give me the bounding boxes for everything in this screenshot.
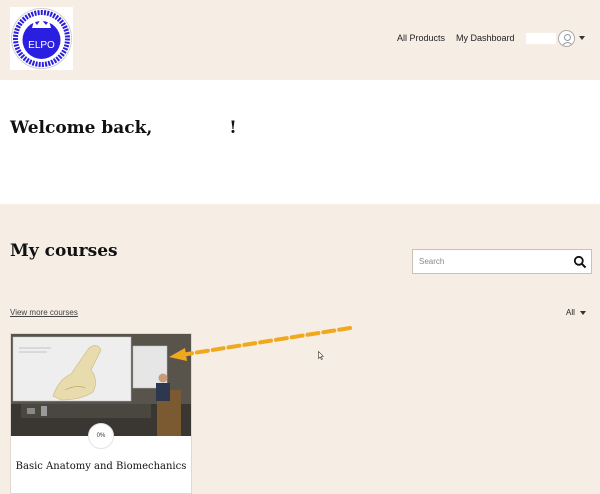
course-title[interactable]: Basic Anatomy and Biomechanics [11,460,191,473]
course-progress-badge: 0% [88,423,114,449]
svg-text:ELPO: ELPO [28,40,55,51]
user-avatar-icon[interactable] [558,30,575,47]
my-courses-heading: My courses [10,241,118,261]
elpo-logo[interactable]: ELPO [10,7,73,70]
filter-caret-down-icon[interactable] [580,311,586,315]
elpo-logo-icon: ELPO [11,8,72,69]
lecture-thumbnail-image [11,334,191,436]
welcome-heading: Welcome back, ! [10,118,237,138]
user-name-redacted[interactable] [526,33,556,44]
annotation-arrow-icon [169,326,352,361]
nav-my-dashboard[interactable]: My Dashboard [456,33,515,43]
nav-all-products[interactable]: All Products [397,33,445,43]
mouse-cursor-icon [318,351,324,360]
course-thumbnail[interactable] [11,334,191,436]
site-header: ELPO All Products My Dashboard [0,0,600,80]
view-more-courses-link[interactable]: View more courses [10,308,78,317]
search-input[interactable] [419,250,569,273]
course-search [412,249,592,274]
magnifier-icon[interactable] [573,255,587,269]
welcome-section: Welcome back, ! [0,80,600,204]
caret-down-icon[interactable] [579,36,585,40]
course-filter-dropdown[interactable]: All [566,308,575,317]
